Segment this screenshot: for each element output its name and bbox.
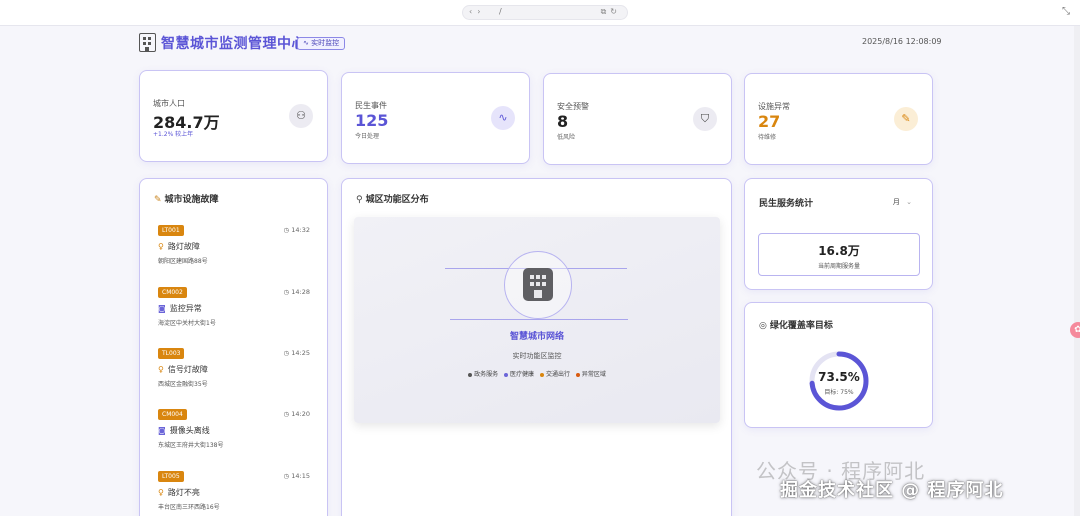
stat-sub: 今日处理 (355, 133, 380, 140)
district-map-panel: ⚲ 城区功能区分布 智慧城市网络 实时功能区监控 政务服务 医疗健康 交通出行 异… (341, 178, 732, 516)
gauge-target: 目标: 75% (824, 389, 854, 396)
location-pin-icon: ⚲ (356, 195, 363, 205)
bulb-icon: ♀ (158, 242, 164, 251)
legend-item: 政务服务 (468, 371, 498, 378)
period-select[interactable]: 月 ⌄ (893, 197, 912, 207)
back-forward-icon[interactable]: ‹› (469, 7, 485, 16)
fault-item[interactable]: LT001 ◷ 14:32 ♀ 路灯故障 朝阳区建国路88号 (158, 225, 310, 275)
stat-card-population: 城市人口 284.7万 +1.2% 较上年 ⚇ (139, 70, 328, 162)
activity-icon: ∿ (491, 106, 515, 130)
city-network-map[interactable]: 智慧城市网络 实时功能区监控 政务服务 医疗健康 交通出行 异常区域 (354, 217, 720, 423)
fault-time: ◷ 14:25 (283, 349, 310, 357)
fault-address: 丰台区南三环西路16号 (158, 504, 220, 511)
legend-dot (575, 372, 580, 377)
network-title: 智慧城市网络 (509, 332, 564, 342)
fault-item[interactable]: CM004 ◷ 14:20 ◙ 摄像头离线 东城区王府井大街138号 (158, 409, 310, 459)
fault-time: ◷ 14:15 (283, 472, 310, 480)
building-icon (523, 268, 553, 301)
stat-label: 城市人口 (153, 99, 185, 108)
fault-item[interactable]: LT005 ◷ 14:15 ♀ 路灯不亮 丰台区南三环西路16号 (158, 471, 310, 516)
target-icon: ◎ (759, 321, 767, 331)
network-subtitle: 实时功能区监控 (512, 352, 562, 360)
stat-value: 27 (758, 112, 781, 131)
fault-address: 海淀区中关村大街1号 (158, 320, 216, 327)
fault-address: 西城区金融街35号 (158, 381, 208, 388)
live-monitor-badge: ∿ 实时监控 (297, 37, 346, 50)
fault-name: ♀ 信号灯故障 (158, 365, 208, 374)
service-value: 16.8万 (818, 244, 860, 258)
wrench-icon: ✎ (894, 107, 918, 131)
legend-item: 异常区域 (575, 371, 606, 378)
shield-icon: ⛉ (693, 107, 717, 131)
bulb-icon: ♀ (158, 488, 164, 497)
panel-title: ⚲ 城区功能区分布 (356, 195, 429, 205)
fault-code: LT005 (158, 471, 184, 482)
panel-title: 民生服务统计 (759, 199, 814, 209)
stat-label: 安全预警 (557, 102, 589, 111)
page-title: 智慧城市监测管理中心 (161, 36, 306, 52)
legend-dot (504, 372, 509, 377)
stat-sub: 低风险 (557, 134, 576, 141)
fault-time: ◷ 14:20 (283, 410, 310, 418)
floating-assistant-icon[interactable]: ✿ (1070, 322, 1080, 338)
facility-fault-panel: ✎ 城市设施故障 LT001 ◷ 14:32 ♀ 路灯故障 朝阳区建国路88号 CM… (139, 178, 328, 516)
fault-address: 朝阳区建国路88号 (158, 258, 208, 265)
fault-time: ◷ 14:32 (283, 226, 310, 234)
chevron-down-icon: ⌄ (906, 198, 912, 206)
share-reload-icon[interactable]: ⧉↻ (601, 7, 621, 17)
wrench-icon: ✎ (154, 195, 162, 205)
address-bar[interactable]: ‹› / ⧉↻ (462, 5, 628, 20)
scrollbar[interactable] (1074, 26, 1080, 516)
panel-title: ◎ 绿化覆盖率目标 (759, 321, 833, 331)
fault-time: ◷ 14:28 (283, 288, 310, 296)
browser-toolbar: ‹› / ⧉↻ ⤡ (0, 0, 1080, 26)
fault-name: ◙ 监控异常 (158, 304, 202, 313)
fault-code: CM002 (158, 287, 187, 298)
fault-name: ◙ 摄像头离线 (158, 426, 210, 435)
fault-code: LT001 (158, 225, 184, 236)
legend-dot (539, 372, 544, 377)
stat-label: 民生事件 (355, 101, 387, 110)
datetime: 2025/8/16 12:08:09 (862, 37, 942, 46)
stat-sub: 待维修 (758, 134, 777, 141)
legend-item: 医疗健康 (504, 371, 534, 378)
stat-card-events: 民生事件 125 今日处理 ∿ (341, 72, 530, 164)
stat-sub: +1.2% 较上年 (153, 131, 194, 138)
gauge-value: 73.5% (818, 370, 860, 384)
fault-item[interactable]: TL003 ◷ 14:25 ♀ 信号灯故障 西城区金融街35号 (158, 348, 310, 398)
map-legend: 政务服务 医疗健康 交通出行 异常区域 (354, 369, 720, 378)
building-logo-icon (139, 33, 156, 52)
fault-code: CM004 (158, 409, 187, 420)
stat-value: 8 (557, 112, 569, 131)
stat-label: 设施异常 (758, 102, 790, 111)
fault-item[interactable]: CM002 ◷ 14:28 ◙ 监控异常 海淀区中关村大街1号 (158, 287, 310, 337)
camera-icon: ◙ (158, 304, 166, 313)
stat-card-safety: 安全预警 8 低风险 ⛉ (543, 73, 732, 165)
collapse-icon[interactable]: ⤡ (1062, 6, 1070, 17)
network-line (450, 319, 628, 320)
fault-address: 东城区王府井大街138号 (158, 442, 224, 449)
camera-icon: ◙ (158, 426, 166, 435)
fault-name: ♀ 路灯不亮 (158, 488, 200, 497)
panel-title: ✎ 城市设施故障 (154, 195, 219, 205)
watermark-juejin: 掘金技术社区 @ 程序阿北 (780, 480, 1004, 501)
url-text: / (499, 7, 502, 16)
stat-value: 125 (355, 111, 389, 130)
fault-code: TL003 (158, 348, 185, 359)
bulb-icon: ♀ (158, 365, 164, 374)
greening-target-panel: ◎ 绿化覆盖率目标 73.5% 目标: 75% (744, 302, 933, 428)
stat-card-facility: 设施异常 27 待维修 ✎ (744, 73, 933, 165)
fault-name: ♀ 路灯故障 (158, 242, 200, 251)
service-sub: 当前周期服务量 (817, 263, 860, 270)
service-value-box: 16.8万 当前周期服务量 (758, 233, 920, 276)
legend-item: 交通出行 (539, 371, 570, 378)
service-stats-panel: 民生服务统计 月 ⌄ 16.8万 当前周期服务量 (744, 178, 933, 290)
legend-dot (468, 372, 473, 377)
users-icon: ⚇ (289, 104, 313, 128)
activity-icon: ∿ (303, 39, 309, 47)
